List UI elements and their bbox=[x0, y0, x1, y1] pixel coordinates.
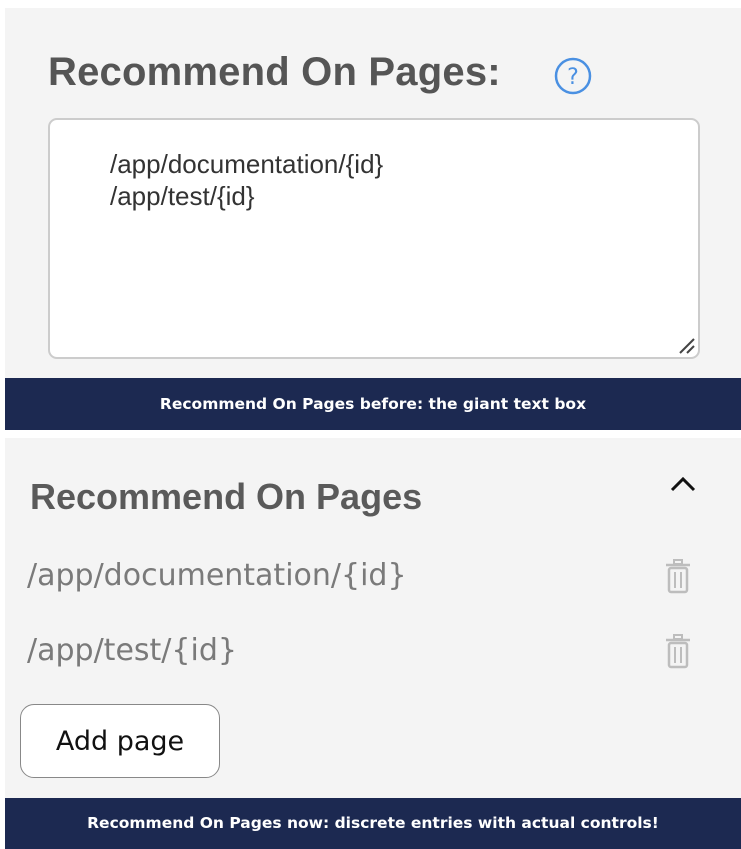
trash-icon[interactable] bbox=[663, 633, 693, 669]
after-panel: Recommend On Pages /app/documentation/{i… bbox=[5, 438, 741, 798]
chevron-up-icon[interactable] bbox=[668, 473, 698, 495]
before-caption: Recommend On Pages before: the giant tex… bbox=[5, 378, 741, 430]
pages-textarea[interactable]: /app/documentation/{id} /app/test/{id} bbox=[48, 118, 700, 359]
svg-text:?: ? bbox=[567, 65, 579, 90]
after-heading: Recommend On Pages bbox=[30, 476, 423, 517]
trash-icon[interactable] bbox=[663, 558, 693, 594]
before-heading: Recommend On Pages: bbox=[48, 50, 501, 94]
page-entry-path: /app/test/{id} bbox=[27, 633, 237, 668]
help-icon[interactable]: ? bbox=[553, 56, 593, 96]
add-page-button[interactable]: Add page bbox=[20, 704, 220, 778]
page-entry-path: /app/documentation/{id} bbox=[27, 558, 407, 593]
resize-grip-icon[interactable] bbox=[676, 335, 696, 355]
page-entry: /app/documentation/{id} bbox=[27, 556, 717, 596]
page-entry: /app/test/{id} bbox=[27, 631, 717, 671]
pages-textarea-value: /app/documentation/{id} /app/test/{id} bbox=[110, 149, 384, 211]
before-panel: Recommend On Pages: ? /app/documentation… bbox=[5, 8, 741, 378]
after-caption: Recommend On Pages now: discrete entries… bbox=[5, 798, 741, 849]
